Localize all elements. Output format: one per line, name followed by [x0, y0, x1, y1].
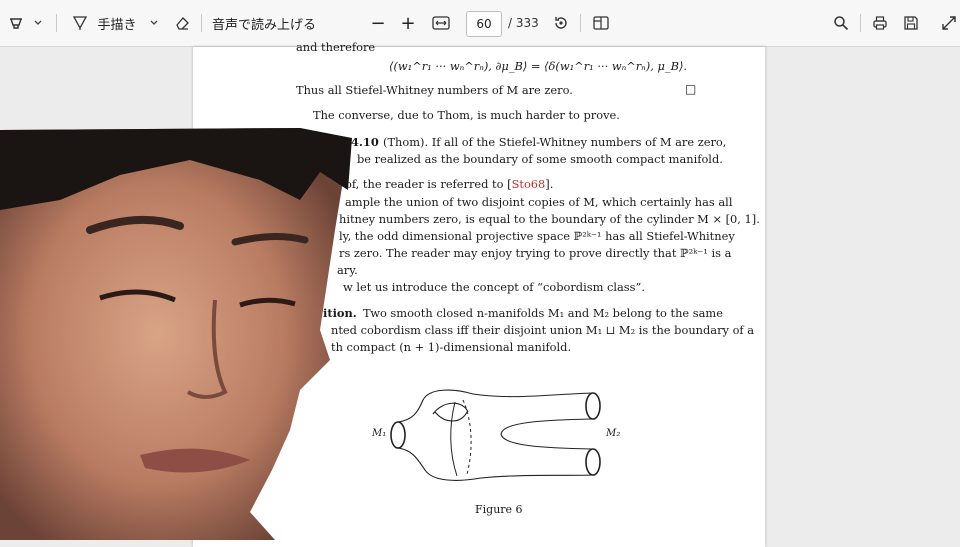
theorem-text: (Thom). If all of the Stiefel-Whitney nu… — [383, 135, 727, 149]
text-line: hitney numbers zero, is equal to the bou… — [339, 212, 760, 226]
text-line: ary. — [337, 263, 358, 277]
print-icon[interactable] — [869, 0, 891, 46]
proof-suffix: ]. — [545, 177, 554, 191]
text-line: rs zero. The reader may enjoy trying to … — [339, 246, 732, 260]
cobordism-figure — [390, 389, 601, 481]
page-number-input[interactable]: 60 — [466, 11, 502, 37]
highlighter-icon[interactable] — [4, 0, 28, 46]
surface-edge — [500, 418, 594, 450]
text-line: The converse, due to Thom, is much harde… — [313, 108, 620, 122]
text-line: ample the union of two disjoint copies o… — [345, 195, 733, 209]
eraser-icon[interactable] — [170, 0, 194, 46]
definition-text: Two smooth closed n-manifolds M₁ and M₂ … — [363, 306, 723, 320]
text-line: Thus all Stiefel-Whitney numbers of M ar… — [296, 83, 573, 97]
surface-edge — [397, 389, 594, 423]
citation-link[interactable]: Sto68 — [512, 177, 546, 191]
draw-pen-icon[interactable] — [68, 0, 92, 46]
presenter-eye — [99, 289, 176, 303]
save-icon[interactable] — [900, 0, 922, 46]
fit-width-icon[interactable] — [430, 0, 452, 46]
figure-label-m1: M₁ — [372, 428, 387, 439]
toolbar-divider — [580, 14, 581, 32]
zoom-in-button[interactable]: + — [398, 0, 418, 46]
toolbar-divider — [201, 14, 202, 32]
figure-caption: Figure 6 — [475, 503, 523, 516]
text-line: and therefore — [296, 40, 376, 54]
handwriting-button[interactable]: 手描き — [94, 0, 140, 46]
surface-edge — [397, 447, 594, 481]
chevron-down-icon[interactable] — [146, 0, 162, 46]
toolbar-divider — [56, 14, 57, 32]
toolbar-divider — [860, 14, 861, 32]
pdf-toolbar: 手描き 音声で読み上げる − + 60 / 333 — [0, 0, 960, 47]
two-page-view-icon[interactable] — [590, 0, 612, 46]
page-total: / 333 — [508, 16, 539, 30]
rotate-icon[interactable] — [550, 0, 572, 46]
handle-curve — [432, 402, 469, 422]
presenter-eyebrow — [86, 215, 184, 234]
definition-label: ition. — [323, 306, 357, 320]
proof-line: of, the reader is referred to [Sto68]. — [345, 177, 553, 191]
text-line: w let us introduce the concept of “cobor… — [343, 280, 645, 294]
boundary-m2-lower — [585, 448, 601, 476]
chevron-down-icon[interactable] — [30, 0, 46, 46]
pdf-page: and therefore ⟨(w₁^r₁ ··· wₙ^rₙ), ∂μ_B⟩ … — [193, 40, 765, 547]
boundary-m1 — [390, 421, 406, 449]
expand-icon[interactable] — [938, 0, 960, 46]
figure-label-m2: M₂ — [606, 428, 621, 439]
proof-prefix: of, the reader is referred to [ — [345, 177, 512, 191]
boundary-m2-upper — [585, 392, 601, 420]
text-line: ly, the odd dimensional projective space… — [339, 229, 735, 243]
theorem-text: be realized as the boundary of some smoo… — [357, 152, 723, 166]
theorem-number: 4.10 — [351, 135, 379, 149]
definition-text: nted cobordism class iff their disjoint … — [331, 323, 755, 337]
slice-curve — [450, 401, 458, 477]
qed-symbol: □ — [685, 82, 697, 96]
equation: ⟨(w₁^r₁ ··· wₙ^rₙ), ∂μ_B⟩ = ⟨δ(w₁^r₁ ···… — [389, 59, 688, 73]
definition-text: th compact (n + 1)-dimensional manifold. — [331, 340, 572, 354]
search-icon[interactable] — [830, 0, 852, 46]
